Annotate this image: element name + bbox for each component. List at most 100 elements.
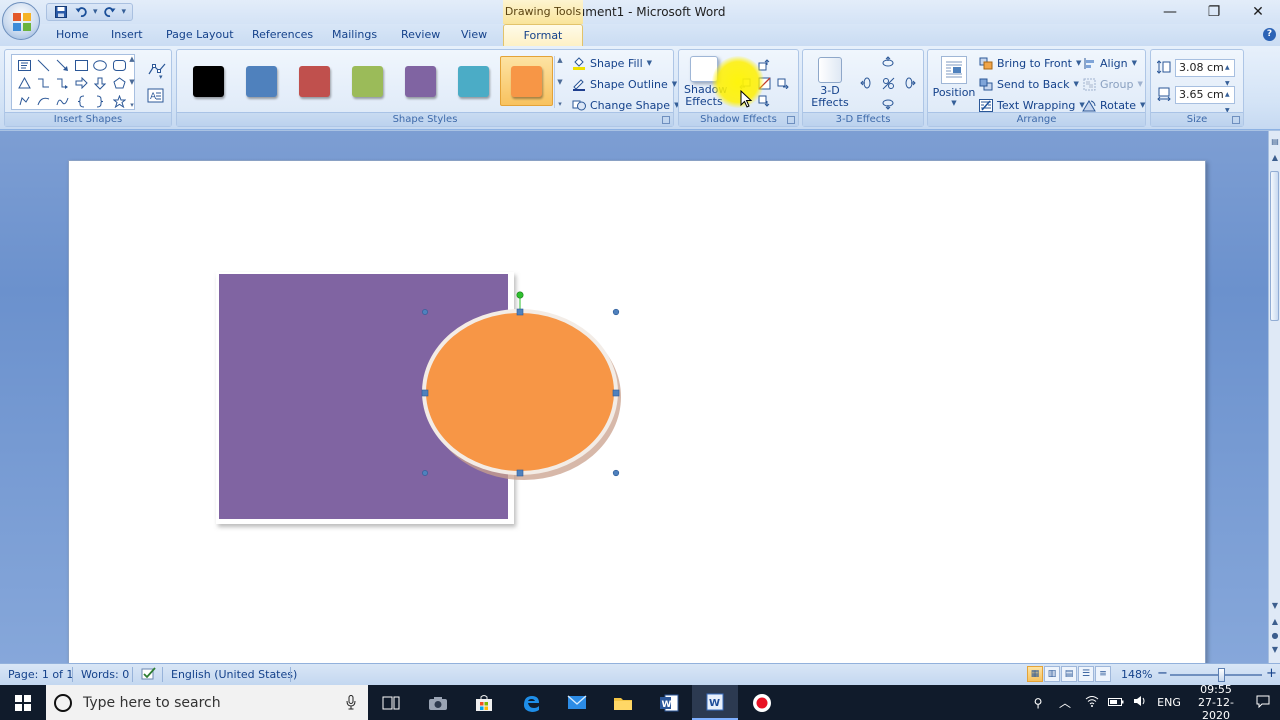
store-app-icon[interactable] bbox=[461, 685, 507, 720]
triangle-shape-icon[interactable] bbox=[15, 74, 33, 92]
scroll-up-icon[interactable]: ▲ bbox=[557, 56, 562, 64]
shape-fill-button[interactable]: Shape Fill ▼ bbox=[572, 56, 652, 70]
left-brace-shape-icon[interactable] bbox=[72, 92, 90, 110]
orange-ellipse-shape[interactable] bbox=[426, 313, 614, 471]
more-shapes-icon[interactable]: ▾ bbox=[130, 101, 134, 109]
previous-page-icon[interactable]: ▲ bbox=[1270, 617, 1280, 627]
pentagon-shape-icon[interactable] bbox=[110, 74, 128, 92]
language-indicator[interactable]: English (United States) bbox=[171, 668, 297, 681]
width-spinner[interactable]: ▲ ▼ bbox=[1225, 87, 1233, 114]
shape-outline-button[interactable]: Shape Outline ▼ bbox=[572, 77, 677, 91]
down-arrow-shape-icon[interactable] bbox=[91, 74, 109, 92]
rectangle-shape-icon[interactable] bbox=[72, 56, 90, 74]
resize-handle-bottom[interactable] bbox=[516, 469, 524, 477]
shapes-gallery-scroll[interactable]: ▲ ▼ ▾ bbox=[127, 55, 137, 109]
rotate-button[interactable]: Rotate ▼ bbox=[1082, 98, 1145, 112]
shape-style-swatch[interactable] bbox=[235, 56, 288, 106]
spin-up-icon[interactable]: ▲ bbox=[1225, 60, 1233, 76]
shadow-effects-button[interactable]: Shadow Effects ▼ bbox=[684, 54, 727, 119]
scroll-thumb[interactable] bbox=[1270, 171, 1279, 321]
zoom-slider-track[interactable] bbox=[1170, 674, 1262, 676]
freeform-shape-icon[interactable] bbox=[15, 92, 33, 110]
full-screen-reading-view-button[interactable]: ▥ bbox=[1044, 666, 1060, 682]
tab-review[interactable]: Review bbox=[401, 28, 440, 41]
print-layout-view-button[interactable]: ▦ bbox=[1027, 666, 1043, 682]
outline-view-button[interactable]: ☰ bbox=[1078, 666, 1094, 682]
scroll-down-icon[interactable]: ▼ bbox=[557, 78, 562, 86]
tab-insert[interactable]: Insert bbox=[111, 28, 143, 41]
shape-style-swatch[interactable] bbox=[288, 56, 341, 106]
elbow-connector-icon[interactable] bbox=[34, 74, 52, 92]
web-layout-view-button[interactable]: ▤ bbox=[1061, 666, 1077, 682]
zoom-level[interactable]: 148% bbox=[1121, 668, 1152, 681]
page-count[interactable]: Page: 1 of 1 bbox=[8, 668, 73, 681]
input-language[interactable]: ENG bbox=[1152, 696, 1186, 709]
proofing-icon[interactable] bbox=[141, 666, 157, 685]
nudge-shadow-right-icon[interactable] bbox=[776, 76, 790, 90]
tab-mailings[interactable]: Mailings bbox=[332, 28, 377, 41]
word-2007-taskbar-icon[interactable]: W bbox=[692, 685, 738, 720]
mail-app-icon[interactable] bbox=[554, 685, 600, 720]
shape-style-swatch-selected[interactable] bbox=[500, 56, 553, 106]
tab-references[interactable]: References bbox=[252, 28, 313, 41]
scroll-up-icon[interactable]: ▲ bbox=[1270, 153, 1280, 163]
spin-up-icon[interactable]: ▲ bbox=[1225, 87, 1233, 103]
resize-handle-bottom-left[interactable] bbox=[422, 470, 428, 476]
scroll-down-icon[interactable]: ▼ bbox=[129, 78, 134, 86]
shape-style-swatch[interactable] bbox=[394, 56, 447, 106]
people-icon[interactable]: ⚲ bbox=[1026, 696, 1050, 710]
shape-styles-dialog-launcher[interactable] bbox=[662, 116, 670, 124]
resize-handle-top-right[interactable] bbox=[612, 308, 620, 316]
restore-button[interactable]: ❐ bbox=[1192, 0, 1236, 24]
volume-icon[interactable] bbox=[1128, 695, 1152, 710]
microphone-icon[interactable] bbox=[346, 695, 356, 710]
resize-handle-top[interactable] bbox=[516, 308, 524, 316]
nudge-shadow-down-icon[interactable] bbox=[757, 94, 771, 108]
arrow-shape-icon[interactable] bbox=[53, 56, 71, 74]
zoom-slider-thumb[interactable] bbox=[1218, 668, 1225, 682]
next-page-icon[interactable]: ▼ bbox=[1270, 645, 1280, 655]
office-button[interactable] bbox=[2, 2, 40, 40]
tilt-down-icon[interactable] bbox=[881, 96, 895, 110]
ruler-toggle-icon[interactable]: ▤ bbox=[1270, 137, 1280, 147]
tab-view[interactable]: View bbox=[461, 28, 487, 41]
tilt-left-icon[interactable] bbox=[860, 76, 874, 90]
edit-shape-icon[interactable]: ▾ bbox=[147, 60, 167, 81]
zoom-in-button[interactable]: + bbox=[1266, 666, 1277, 681]
more-styles-icon[interactable]: ▾ bbox=[558, 100, 562, 108]
taskbar-search-box[interactable]: Type here to search bbox=[46, 685, 368, 720]
right-brace-shape-icon[interactable] bbox=[91, 92, 109, 110]
task-view-icon[interactable] bbox=[368, 685, 414, 720]
draft-view-button[interactable]: ≡ bbox=[1095, 666, 1111, 682]
resize-handle-bottom-right[interactable] bbox=[612, 469, 620, 477]
word-taskbar-icon[interactable]: W bbox=[646, 685, 692, 720]
send-to-back-button[interactable]: Send to Back ▼ bbox=[979, 77, 1079, 91]
group-button[interactable]: Group ▼ bbox=[1082, 77, 1143, 91]
rotate-handle[interactable] bbox=[516, 291, 524, 299]
resize-handle-right[interactable] bbox=[612, 389, 620, 397]
shape-style-gallery-scroll[interactable]: ▲ ▼ ▾ bbox=[554, 56, 565, 108]
document-page[interactable] bbox=[68, 160, 1206, 663]
shape-style-swatch[interactable] bbox=[447, 56, 500, 106]
align-button[interactable]: Align ▼ bbox=[1082, 56, 1137, 70]
close-button[interactable]: ✕ bbox=[1236, 0, 1280, 24]
vertical-scrollbar[interactable]: ▤ ▲ ▼ ▲ ● ▼ bbox=[1268, 131, 1280, 663]
shape-style-swatch[interactable] bbox=[182, 56, 235, 106]
text-wrapping-button[interactable]: Text Wrapping ▼ bbox=[979, 98, 1085, 112]
elbow-arrow-connector-icon[interactable] bbox=[53, 74, 71, 92]
star-shape-icon[interactable] bbox=[110, 92, 128, 110]
draw-text-box-icon[interactable]: A bbox=[147, 88, 167, 108]
curve-shape-icon[interactable] bbox=[53, 92, 71, 110]
help-icon[interactable]: ? bbox=[1263, 28, 1276, 41]
camera-app-icon[interactable] bbox=[415, 685, 461, 720]
scroll-up-icon[interactable]: ▲ bbox=[129, 55, 134, 63]
word-count[interactable]: Words: 0 bbox=[81, 668, 129, 681]
shadow-effects-dialog-launcher[interactable] bbox=[787, 116, 795, 124]
notifications-icon[interactable] bbox=[1246, 695, 1280, 711]
height-spinner[interactable]: ▲ ▼ bbox=[1225, 60, 1233, 87]
right-arrow-shape-icon[interactable] bbox=[72, 74, 90, 92]
select-browse-object-icon[interactable]: ● bbox=[1270, 631, 1280, 641]
edge-browser-icon[interactable] bbox=[508, 685, 554, 720]
arc-shape-icon[interactable] bbox=[34, 92, 52, 110]
tab-format[interactable]: Format bbox=[503, 24, 583, 47]
